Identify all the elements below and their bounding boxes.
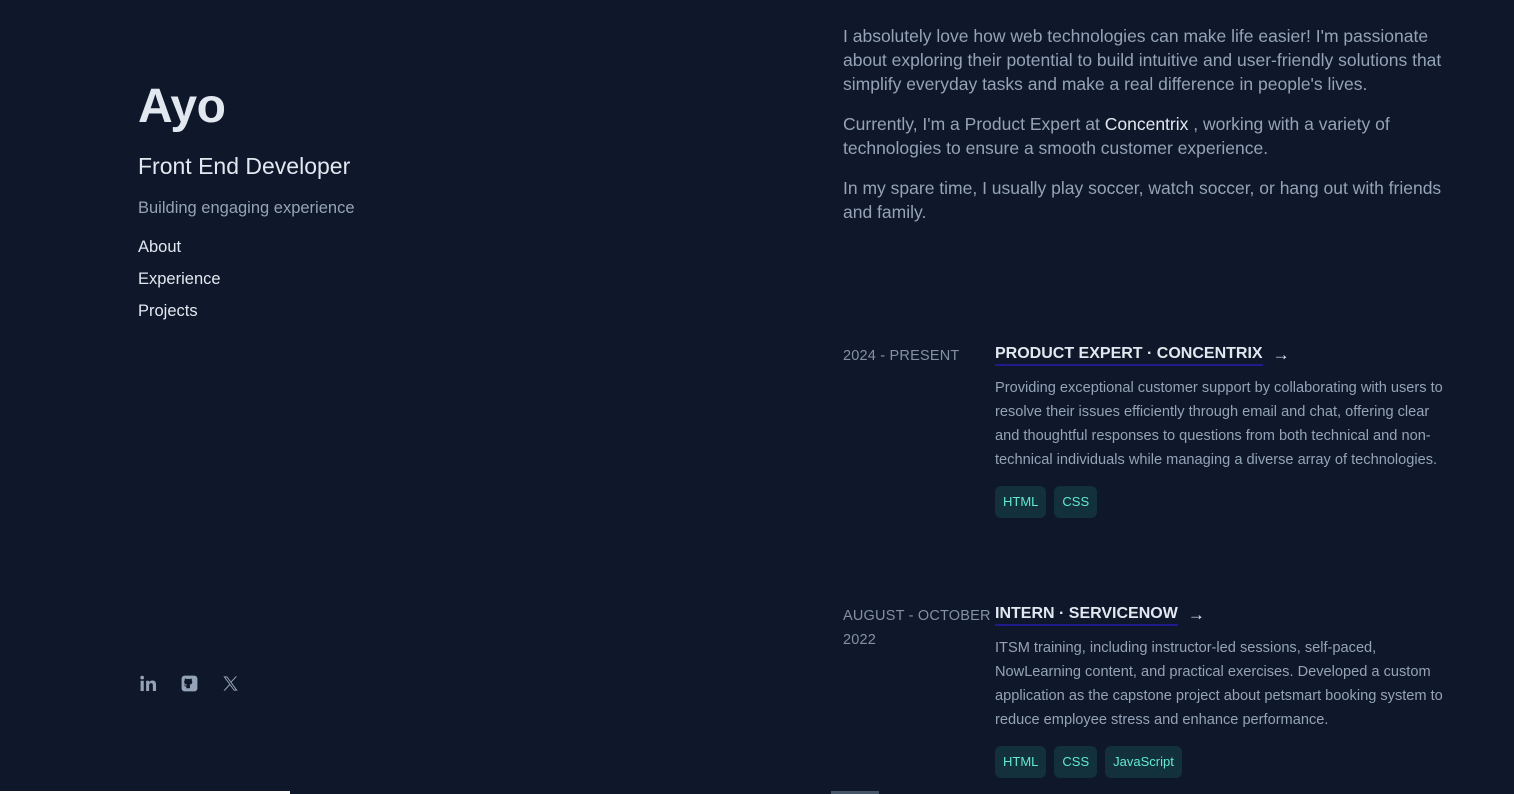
about-paragraph-2: Currently, I'm a Product Expert at Conce… (843, 112, 1443, 160)
tech-tags: HTML CSS (995, 486, 1443, 518)
about-paragraph-3: In my spare time, I usually play soccer,… (843, 178, 1442, 222)
experience-title-link[interactable]: PRODUCT EXPERT · CONCENTRIX → (995, 344, 1290, 366)
tech-tags: HTML CSS JavaScript (995, 746, 1443, 778)
linkedin-icon[interactable] (138, 672, 158, 694)
nav-item-experience: Experience (138, 268, 221, 300)
nav-link-projects[interactable]: Projects (138, 302, 198, 320)
tag-javascript: JavaScript (1105, 746, 1182, 778)
experience-date: AUGUST - OCTOBER 2022 (843, 608, 991, 648)
experience-date: 2024 - PRESENT (843, 348, 960, 364)
profile-role: Front End Developer (138, 153, 351, 179)
nav-link-experience[interactable]: Experience (138, 270, 221, 288)
nav-item-about: About (138, 236, 221, 268)
experience-title: PRODUCT EXPERT · CONCENTRIX (995, 344, 1263, 366)
nav-item-projects: Projects (138, 300, 221, 332)
experience-description: Providing exceptional customer support b… (995, 380, 1443, 468)
tag-css: CSS (1054, 486, 1098, 518)
tag-html: HTML (995, 746, 1047, 778)
page: Ayo Front End Developer Building engagin… (0, 0, 1514, 794)
concentrix-link[interactable]: Concentrix (1105, 114, 1189, 134)
experience-body: INTERN · SERVICENOW → ITSM training, inc… (995, 604, 1443, 778)
about-p2-before: Currently, I'm a Product Expert at (843, 114, 1105, 134)
experience-description: ITSM training, including instructor-led … (995, 640, 1443, 728)
tag-html: HTML (995, 486, 1047, 518)
main-nav: About Experience Projects (138, 236, 221, 332)
experience-body: PRODUCT EXPERT · CONCENTRIX → Providing … (995, 344, 1443, 518)
about-section: I absolutely love how web technologies c… (843, 24, 1443, 240)
github-icon[interactable] (179, 672, 199, 694)
x-icon[interactable] (220, 672, 240, 694)
about-paragraph-1: I absolutely love how web technologies c… (843, 26, 1442, 94)
social-links (138, 672, 240, 694)
arrow-right-icon: → (1272, 345, 1290, 364)
experience-title: INTERN · SERVICENOW (995, 604, 1178, 626)
arrow-right-icon: → (1187, 605, 1205, 624)
profile-name[interactable]: Ayo (138, 78, 226, 136)
profile-tagline: Building engaging experience (138, 199, 355, 217)
sidebar-header: Ayo Front End Developer Building engagin… (138, 0, 738, 794)
nav-link-about[interactable]: About (138, 238, 181, 256)
experience-title-link[interactable]: INTERN · SERVICENOW → (995, 604, 1205, 626)
tag-css: CSS (1054, 746, 1098, 778)
